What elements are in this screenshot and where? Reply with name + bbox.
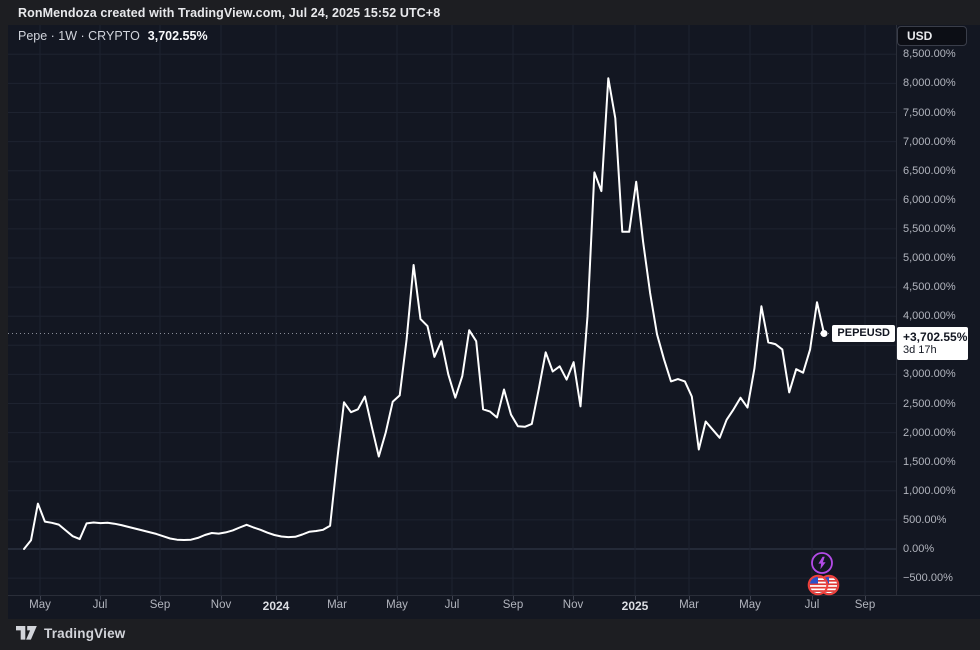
x-axis-label: May <box>386 599 408 611</box>
y-axis-label: 7,500.00% <box>903 107 956 119</box>
x-axis-label: 2024 <box>263 599 290 613</box>
price-line[interactable] <box>24 78 824 549</box>
x-axis-label: Nov <box>211 599 231 611</box>
x-axis-label: Jul <box>445 599 460 611</box>
y-axis-label: 1,000.00% <box>903 485 956 497</box>
tradingview-logo-text: TradingView <box>44 626 125 641</box>
symbol-legend[interactable]: Pepe · 1W · CRYPTO 3,702.55% <box>18 29 208 43</box>
currency-toggle-button[interactable]: USD <box>897 26 967 46</box>
y-axis-label: 3,000.00% <box>903 368 956 380</box>
tradingview-watermark[interactable]: TradingView <box>16 621 125 645</box>
last-price-change: +3,702.55% <box>903 330 968 344</box>
price-axis[interactable]: 8,500.00% 8,000.00% 7,500.00% 7,000.00% 6,50… <box>896 25 980 595</box>
y-axis-label: 8,500.00% <box>903 48 956 60</box>
x-axis-label: Sep <box>855 599 875 611</box>
symbol-legend-title: Pepe · 1W · CRYPTO <box>18 29 140 43</box>
x-axis-label: Sep <box>150 599 170 611</box>
y-axis-label: 4,000.00% <box>903 310 956 322</box>
x-axis-label: Mar <box>327 599 347 611</box>
x-axis-label: 2025 <box>622 599 649 613</box>
tradingview-logo-icon <box>16 625 37 641</box>
x-axis-label: Jul <box>93 599 108 611</box>
price-line-symbol-label: PEPEUSD <box>832 325 895 342</box>
x-axis-label: Jul <box>805 599 820 611</box>
y-axis-label: 2,500.00% <box>903 398 956 410</box>
currency-toggle-label: USD <box>907 29 932 43</box>
x-axis-label: Sep <box>503 599 523 611</box>
us-flag-event-icon[interactable] <box>809 576 839 595</box>
x-axis-label: May <box>29 599 51 611</box>
y-axis-label: 7,000.00% <box>903 136 956 148</box>
y-axis-label: 500.00% <box>903 514 946 526</box>
symbol-legend-change-value: 3,702.55% <box>148 29 208 43</box>
y-axis-label: 1,500.00% <box>903 456 956 468</box>
x-axis-label: May <box>739 599 761 611</box>
bar-countdown: 3d 17h <box>903 344 968 357</box>
x-axis-label: Nov <box>563 599 583 611</box>
y-axis-label: 2,000.00% <box>903 427 956 439</box>
y-axis-label: −500.00% <box>903 572 953 584</box>
time-axis[interactable]: May Jul Sep Nov 2024 Mar May Jul Sep Nov 2025 Mar Ma… <box>8 596 980 619</box>
lightning-event-icon[interactable] <box>812 553 832 573</box>
y-axis-label: 4,500.00% <box>903 281 956 293</box>
y-axis-label: 5,000.00% <box>903 252 956 264</box>
y-axis-label: 6,500.00% <box>903 165 956 177</box>
y-axis-label: 6,000.00% <box>903 194 956 206</box>
last-price-dot <box>821 330 828 337</box>
last-price-axis-label: +3,702.55% 3d 17h <box>897 327 968 360</box>
y-axis-label: 8,000.00% <box>903 77 956 89</box>
y-axis-label: 0.00% <box>903 543 934 555</box>
y-axis-label: 5,500.00% <box>903 223 956 235</box>
x-axis-label: Mar <box>679 599 699 611</box>
